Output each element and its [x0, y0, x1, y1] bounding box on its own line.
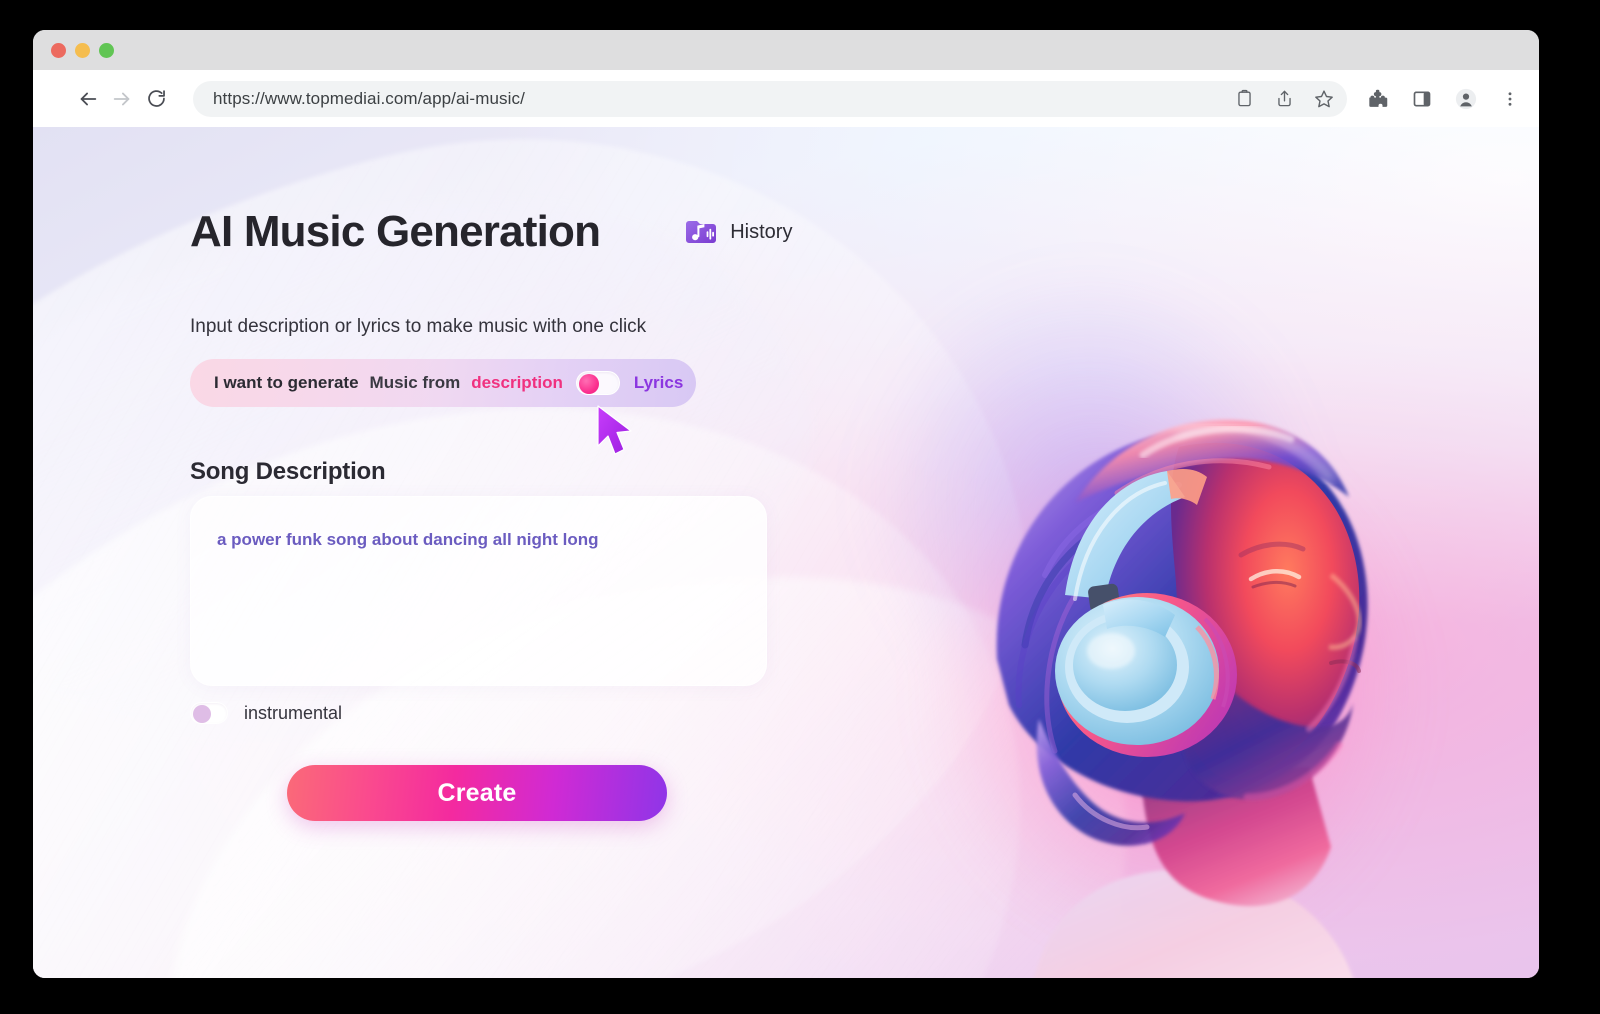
song-description-label: Song Description — [190, 458, 386, 485]
main-content: AI Music Generation History Input descri… — [190, 127, 950, 978]
address-bar[interactable]: https://www.topmediai.com/app/ai-music/ — [193, 80, 1347, 117]
window-title-bar — [33, 30, 1539, 70]
hero-illustration — [809, 237, 1509, 978]
url-text: https://www.topmediai.com/app/ai-music/ — [213, 88, 525, 108]
music-folder-icon — [682, 213, 720, 251]
mode-toggle-knob — [578, 374, 599, 394]
more-menu-icon[interactable] — [1497, 86, 1523, 112]
create-button[interactable]: Create — [287, 765, 667, 821]
bookmark-star-icon[interactable] — [1311, 86, 1337, 112]
profile-avatar-icon[interactable] — [1453, 86, 1479, 112]
song-description-value: a power funk song about dancing all nigh… — [217, 530, 599, 549]
toolbar-right-actions — [1361, 86, 1523, 112]
clipboard-icon[interactable] — [1231, 86, 1257, 112]
page-subtitle: Input description or lyrics to make musi… — [190, 316, 647, 337]
page-viewport: AI Music Generation History Input descri… — [33, 127, 1539, 978]
song-description-input[interactable]: a power funk song about dancing all nigh… — [190, 496, 767, 686]
mode-toggle-switch[interactable] — [575, 371, 620, 395]
generation-mode-pill[interactable]: I want to generate Music from descriptio… — [190, 359, 696, 407]
reload-button[interactable] — [139, 82, 173, 116]
create-button-label: Create — [437, 778, 517, 807]
share-icon[interactable] — [1271, 86, 1297, 112]
reload-icon — [146, 88, 167, 109]
mode-option-description[interactable]: description — [471, 373, 563, 393]
back-button[interactable] — [71, 82, 105, 116]
forward-arrow-icon — [111, 88, 133, 110]
mode-middle-label: Music from — [369, 373, 461, 392]
window-close-button[interactable] — [51, 42, 66, 58]
browser-window: https://www.topmediai.com/app/ai-music/ — [33, 30, 1539, 978]
mouse-pointer-icon — [594, 404, 636, 460]
page-title: AI Music Generation — [190, 207, 601, 256]
history-label: History — [730, 220, 793, 243]
instrumental-toggle-row[interactable]: instrumental — [190, 702, 342, 724]
browser-toolbar: https://www.topmediai.com/app/ai-music/ — [33, 70, 1539, 127]
mode-option-lyrics[interactable]: Lyrics — [634, 373, 683, 393]
instrumental-toggle-knob — [193, 705, 211, 723]
window-maximize-button[interactable] — [99, 42, 114, 58]
instrumental-label: instrumental — [244, 702, 343, 723]
extensions-puzzle-icon[interactable] — [1365, 86, 1391, 112]
instrumental-toggle-switch[interactable] — [190, 702, 228, 724]
hero-figure — [879, 327, 1439, 978]
window-minimize-button[interactable] — [75, 42, 90, 58]
forward-button[interactable] — [105, 82, 139, 116]
side-panel-icon[interactable] — [1409, 86, 1435, 112]
address-bar-actions — [1231, 86, 1337, 112]
mode-prefix-label: I want to generate — [214, 373, 359, 392]
back-arrow-icon — [77, 88, 99, 110]
history-button[interactable]: History — [682, 213, 792, 251]
title-row: AI Music Generation History — [190, 207, 792, 257]
